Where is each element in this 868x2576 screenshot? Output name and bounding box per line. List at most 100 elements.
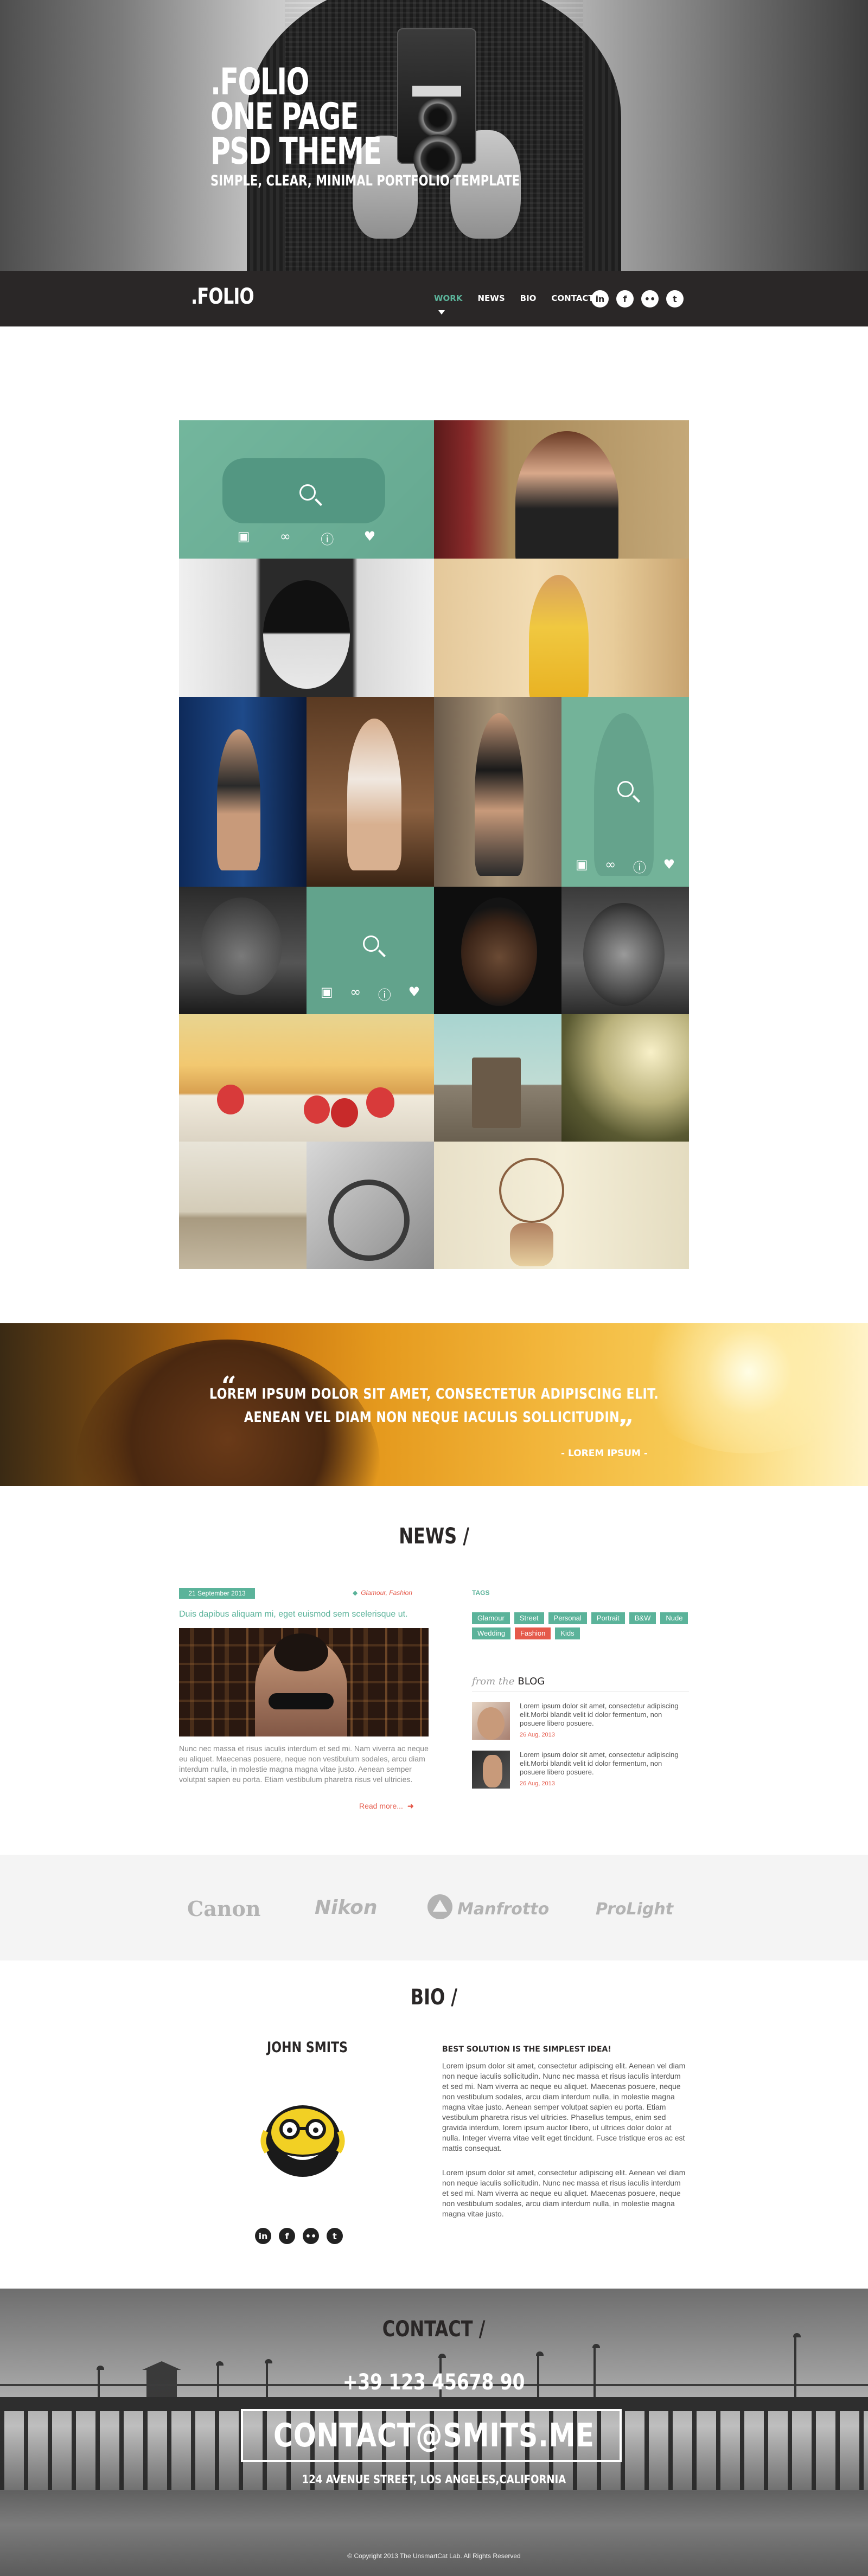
hero-title-line: ONE PAGE <box>210 95 359 138</box>
gallery-item[interactable] <box>434 1014 561 1142</box>
avatar <box>260 2105 345 2177</box>
gallery-item[interactable] <box>307 1142 434 1269</box>
gallery-icon[interactable]: ▣ <box>576 857 588 876</box>
post-tags-text[interactable]: Glamour, Fashion <box>361 1589 412 1597</box>
gallery-item[interactable] <box>434 559 689 697</box>
gallery-item[interactable] <box>561 887 689 1014</box>
tag-bw[interactable]: B&W <box>629 1612 656 1624</box>
linkedin-icon[interactable]: in <box>591 290 609 307</box>
flickr-icon[interactable]: •• <box>303 2228 319 2244</box>
gallery-photo-wheel <box>328 1180 410 1261</box>
linkedin-icon[interactable]: in <box>255 2228 271 2244</box>
facebook-icon[interactable]: f <box>279 2228 295 2244</box>
tag-fashion[interactable]: Fashion <box>515 1627 551 1639</box>
gallery-item[interactable] <box>561 1014 689 1142</box>
gallery-item[interactable] <box>434 420 689 559</box>
twitter-icon[interactable]: t <box>666 290 684 307</box>
blog-list-item[interactable]: Lorem ipsum dolor sit amet, consectetur … <box>472 1751 689 1789</box>
gallery-photo-figure <box>529 575 589 697</box>
gallery-item[interactable] <box>179 697 307 887</box>
contact-email-text[interactable]: CONTACT@SMITS.ME <box>273 2417 595 2455</box>
brand-logo-manfrotto: Manfrotto <box>457 1900 550 1919</box>
contact-phone[interactable]: +39 123 45678 90 <box>0 2370 868 2395</box>
nav-item-work[interactable]: WORK <box>434 293 462 303</box>
gallery-photo-figure <box>217 729 260 870</box>
tag-street[interactable]: Street <box>514 1612 544 1624</box>
contact-address-text: 124 AVENUE STREET, LOS ANGELES,CALIFORNI… <box>302 2473 566 2486</box>
post-title[interactable]: Duis dapibus aliquam mi, eget euismod se… <box>179 1610 408 1619</box>
twitter-icon[interactable]: t <box>327 2228 343 2244</box>
tag-nude[interactable]: Nude <box>660 1612 688 1624</box>
flickr-icon[interactable]: •• <box>641 290 659 307</box>
gallery-item[interactable] <box>434 887 561 1014</box>
heart-icon[interactable]: ♥ <box>409 984 420 1003</box>
blog-heading-prefix: from the <box>472 1676 515 1687</box>
manfrotto-mark-icon <box>427 1894 452 1919</box>
site-logo[interactable]: .FOLIO <box>191 284 254 309</box>
tags-heading: TAGS <box>472 1589 490 1597</box>
gallery-item[interactable] <box>179 887 307 1014</box>
blog-list-item[interactable]: Lorem ipsum dolor sit amet, consectetur … <box>472 1702 689 1740</box>
blog-thumbnail[interactable] <box>472 1751 510 1789</box>
read-more-label[interactable]: Read more... <box>359 1802 403 1810</box>
hero-text: .FOLIO ONE PAGE PSD THEME SIMPLE, CLEAR,… <box>210 61 607 190</box>
bio-social-links: in f •• t <box>255 2228 343 2244</box>
gallery-item[interactable] <box>179 1014 434 1142</box>
quote-line-2: AENEAN VEL DIAM NON NEQUE IACULIS SOLLIC… <box>0 1409 868 1426</box>
heart-icon[interactable]: ♥ <box>364 529 376 548</box>
info-icon[interactable]: ⓘ <box>321 529 334 548</box>
blog-date: 26 Aug, 2013 <box>520 1732 555 1738</box>
tag-personal[interactable]: Personal <box>548 1612 587 1624</box>
tag-wedding[interactable]: Wedding <box>472 1627 511 1639</box>
heart-icon[interactable]: ♥ <box>663 857 675 876</box>
zoom-icon[interactable] <box>299 484 316 501</box>
link-icon[interactable]: ∞ <box>350 984 361 1003</box>
zoom-icon[interactable] <box>363 935 379 952</box>
contact-phone-text[interactable]: +39 123 45678 90 <box>343 2370 525 2395</box>
nav-item-bio[interactable]: BIO <box>520 293 537 303</box>
gallery-item[interactable] <box>179 1142 307 1269</box>
gallery-photo-figure <box>515 431 618 559</box>
link-icon[interactable]: ∞ <box>605 857 616 876</box>
top-navigation: .FOLIO WORK NEWS BIO CONTACT in f •• t <box>0 271 868 326</box>
contact-email[interactable]: CONTACT@SMITS.ME <box>0 2417 868 2455</box>
gallery-item[interactable]: ▣ ∞ ⓘ ♥ <box>307 887 434 1014</box>
post-image[interactable] <box>179 1628 429 1736</box>
gallery-item[interactable] <box>179 559 434 697</box>
zoom-icon[interactable] <box>617 781 634 797</box>
tag-kids[interactable]: Kids <box>555 1627 580 1639</box>
gallery-item[interactable] <box>434 697 561 887</box>
read-more-link[interactable]: Read more... ➜ <box>359 1802 414 1811</box>
hero-title-line: PSD THEME <box>210 130 382 173</box>
brand-logos-strip: Canon Nikon Manfrotto ProLight <box>0 1855 868 1960</box>
gallery-item[interactable]: ▣ ∞ ⓘ ♥ <box>179 420 434 559</box>
gallery-item[interactable] <box>434 1142 689 1269</box>
link-icon[interactable]: ∞ <box>280 529 291 548</box>
gallery-icon[interactable]: ▣ <box>238 529 250 548</box>
arrow-right-icon: ➜ <box>407 1802 414 1810</box>
gallery-icon[interactable]: ▣ <box>321 984 333 1003</box>
blog-excerpt[interactable]: Lorem ipsum dolor sit amet, consectetur … <box>520 1751 689 1777</box>
quote-author: - LOREM IPSUM - <box>561 1448 648 1459</box>
post-date-badge: 21 September 2013 <box>179 1588 255 1599</box>
portfolio-gallery: ▣ ∞ ⓘ ♥ ▣ ∞ ⓘ ♥ ▣ ∞ ⓘ ♥ <box>179 420 689 1269</box>
blog-thumbnail[interactable] <box>472 1702 510 1740</box>
hero-title-line: .FOLIO <box>210 61 309 104</box>
gallery-item[interactable] <box>307 697 434 887</box>
gallery-item[interactable]: ▣ ∞ ⓘ ♥ <box>561 697 689 887</box>
facebook-icon[interactable]: f <box>616 290 634 307</box>
info-icon[interactable]: ⓘ <box>633 857 646 876</box>
footer-copyright: © Copyright 2013 The UnsmartCat Lab. All… <box>347 2552 521 2560</box>
tag-glamour[interactable]: Glamour <box>472 1612 510 1624</box>
gallery-photo-berry <box>217 1085 244 1114</box>
blog-thumbnail-figure <box>483 1755 502 1787</box>
info-icon[interactable]: ⓘ <box>378 984 391 1003</box>
bio-section-title: BIO / <box>0 1985 868 2010</box>
nav-item-news[interactable]: NEWS <box>477 293 505 303</box>
hero-banner: .FOLIO ONE PAGE PSD THEME SIMPLE, CLEAR,… <box>0 0 868 271</box>
tag-portrait[interactable]: Portrait <box>591 1612 625 1624</box>
post-excerpt: Nunc nec massa et risus iaculis interdum… <box>179 1744 429 1784</box>
nav-item-contact[interactable]: CONTACT <box>551 293 593 303</box>
blog-excerpt[interactable]: Lorem ipsum dolor sit amet, consectetur … <box>520 1702 689 1728</box>
blog-heading: from the BLOG <box>472 1676 545 1687</box>
